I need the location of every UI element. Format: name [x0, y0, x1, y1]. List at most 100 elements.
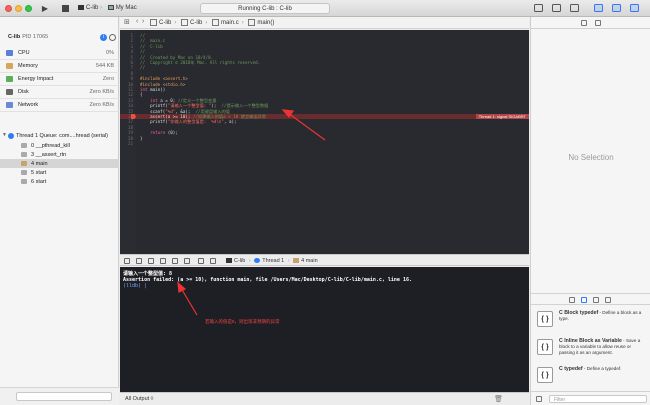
options-icon[interactable]: [109, 34, 116, 41]
code-token: printf(: [140, 119, 168, 125]
library-filter-input[interactable]: Filter: [549, 395, 647, 403]
gauge-row[interactable]: Memory 544 KB: [0, 60, 119, 73]
console-line: Assertion failed: (a >= 10), function ma…: [123, 276, 412, 283]
step-into-icon[interactable]: [172, 258, 178, 264]
debug-console[interactable]: 请输入一个整型值: 8 Assertion failed: (a >= 10), …: [120, 267, 529, 392]
gauge-row[interactable]: Network Zero KB/s: [0, 99, 119, 112]
debug-thread[interactable]: Thread 1: [262, 258, 284, 264]
scheme-icon: [78, 4, 84, 10]
breadcrumb[interactable]: C-lib › C-lib › main.c › main(): [150, 19, 274, 26]
breakpoints-toggle-icon[interactable]: [136, 258, 142, 264]
breadcrumb-file[interactable]: main.c: [221, 20, 239, 26]
thread-row[interactable]: ▼ Thread 1 Queue: com....hread (serial): [0, 131, 119, 141]
project-icon: [150, 19, 157, 26]
navigator-filter-input[interactable]: [16, 392, 112, 401]
object-library-icon[interactable]: [593, 297, 599, 303]
step-out-icon[interactable]: [184, 258, 190, 264]
breadcrumb-project[interactable]: C-lib: [159, 20, 171, 26]
code-token: );: [211, 103, 222, 109]
forward-icon[interactable]: ›: [142, 18, 144, 25]
debug-area-toggle-icon[interactable]: [612, 4, 621, 12]
scheme-selector[interactable]: C-lib › My Mac: [78, 4, 137, 13]
breadcrumb-symbol[interactable]: main(): [257, 20, 274, 26]
code-token: // C-lib: [140, 43, 163, 49]
frame-icon: [21, 152, 27, 157]
code-token: printf(: [140, 103, 168, 109]
debug-frame[interactable]: 4 main: [301, 258, 318, 264]
navigator-toggle-icon[interactable]: [594, 4, 603, 12]
disclosure-triangle-icon[interactable]: ▼: [2, 132, 7, 138]
stop-button[interactable]: [62, 5, 69, 12]
location-icon[interactable]: [210, 258, 216, 264]
code-token: return: [150, 130, 168, 136]
gauge-label: CPU: [18, 50, 30, 56]
snippet-item[interactable]: { } C Inline Block as Variable - Save a b…: [531, 334, 650, 360]
file-inspector-icon[interactable]: [581, 20, 587, 26]
code-token: //提示输入一个整型数据: [221, 103, 269, 109]
gauge-row[interactable]: Disk Zero KB/s: [0, 86, 119, 99]
snippet-title: C typedef: [559, 366, 583, 372]
continue-icon[interactable]: [148, 258, 154, 264]
frame-icon: [21, 170, 27, 175]
frame-icon: [21, 143, 27, 148]
frame-label: 0 __pthread_kill: [31, 142, 70, 149]
grid-view-icon[interactable]: [536, 396, 542, 402]
minimize-window-button[interactable]: [15, 5, 22, 12]
code-token: //: [140, 33, 146, 38]
line-number[interactable]: 21: [122, 141, 133, 146]
hide-debug-area-icon[interactable]: [124, 258, 130, 264]
code-token: "你输入的整型值是: %d\n": [167, 119, 224, 125]
code-line[interactable]: 21: [120, 141, 529, 146]
snippet-item[interactable]: { } C Block typedef - Define a block as a…: [531, 306, 650, 332]
standard-editor-icon[interactable]: [534, 4, 543, 12]
stack-frame-row[interactable]: 0 __pthread_kill: [0, 141, 119, 150]
view-hierarchy-icon[interactable]: [198, 258, 204, 264]
close-window-button[interactable]: [5, 5, 12, 12]
gauge-value: 0%: [106, 50, 114, 56]
back-icon[interactable]: ‹: [136, 18, 138, 25]
stack-frame-row[interactable]: 5 start: [0, 168, 119, 177]
quick-help-icon[interactable]: [595, 20, 601, 26]
gauge-value: Zero KB/s: [89, 89, 114, 95]
source-editor[interactable]: 1//2// main.c 3// C-lib 4//5// Created by …: [120, 30, 529, 254]
code-snippet-library-icon[interactable]: [581, 297, 587, 303]
snippet-description: C Inline Block as Variable - Save a bloc…: [559, 338, 647, 356]
code-token: //: [140, 65, 146, 71]
output-selector[interactable]: All Output ◊: [125, 396, 153, 402]
gauge-row[interactable]: Energy Impact Zero: [0, 73, 119, 86]
gauge-value: 544 KB: [95, 63, 114, 69]
code-token: //: [140, 49, 146, 55]
console-footer: All Output ◊ 🗑: [120, 392, 529, 405]
debug-process[interactable]: C-lib: [234, 258, 245, 264]
snippet-item[interactable]: { } C typedef - Define a typedef.: [531, 362, 650, 388]
gauge-row[interactable]: CPU 0%: [0, 47, 119, 60]
stack-frame-row[interactable]: 3 __assert_rtn: [0, 150, 119, 159]
stack-frame-row[interactable]: 6 start: [0, 177, 119, 186]
error-marker-icon[interactable]: [131, 114, 136, 119]
info-icon[interactable]: i: [100, 34, 107, 41]
stack-frame-row[interactable]: 4 main: [0, 159, 119, 168]
toolbar: ▶ C-lib › My Mac Running C-lib : C-lib: [0, 0, 650, 17]
debug-breadcrumb[interactable]: C-lib › Thread 1 › 4 main: [226, 258, 318, 264]
trash-icon[interactable]: 🗑: [494, 395, 503, 403]
zoom-window-button[interactable]: [25, 5, 32, 12]
related-items-icon[interactable]: ⊞: [124, 18, 130, 26]
frame-label: 4 main: [31, 160, 48, 167]
assistant-editor-icon[interactable]: [552, 4, 561, 12]
function-icon: [248, 19, 256, 26]
code-token: // Copyright © 2018年 Mac. All rights res…: [140, 60, 261, 65]
code-token: scanf(: [140, 108, 166, 114]
code-token: "请输入一个整型值: ": [167, 103, 212, 109]
mac-icon: [107, 4, 114, 10]
process-header[interactable]: C-lib PID 17065 i: [0, 32, 119, 44]
media-library-icon[interactable]: [605, 297, 611, 303]
breadcrumb-folder[interactable]: C-lib: [190, 20, 202, 26]
version-editor-icon[interactable]: [570, 4, 579, 12]
file-template-library-icon[interactable]: [569, 297, 575, 303]
folder-icon: [181, 19, 189, 26]
frame-label: 6 start: [31, 178, 47, 185]
run-button[interactable]: ▶: [40, 4, 50, 13]
utilities-toggle-icon[interactable]: [630, 4, 639, 12]
gauge-icon: [6, 89, 13, 95]
step-over-icon[interactable]: [160, 258, 166, 264]
